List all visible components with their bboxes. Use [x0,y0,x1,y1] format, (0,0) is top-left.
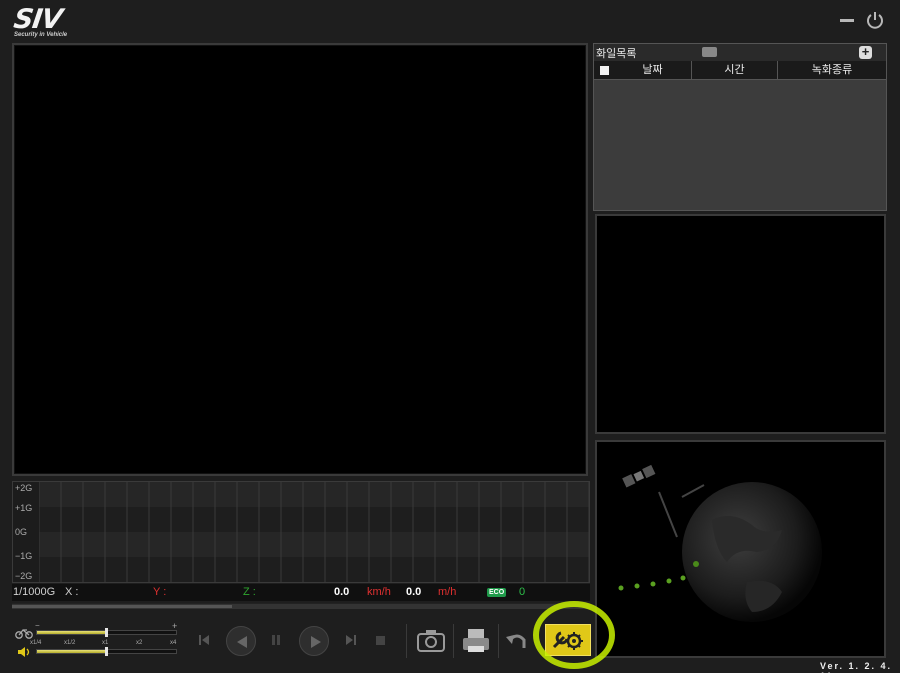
seek-progress [12,605,232,608]
distance-value: 0.0 [406,586,422,598]
column-record-type[interactable]: 녹화종류 [778,61,886,79]
eco-value: 0 [519,586,526,598]
select-all-checkbox[interactable] [594,61,614,79]
file-list-panel: 화일목록 + 날짜 시간 녹화종류 [593,43,887,211]
pause-button[interactable] [270,633,282,647]
stop-button[interactable] [376,636,385,645]
power-icon[interactable] [866,11,884,29]
logo-text: SIV [11,4,64,35]
g-grid-band [39,532,589,557]
speed-slider-thumb[interactable] [104,628,108,637]
speed-tick-1x: x1 [102,640,109,646]
seek-bar[interactable] [12,603,590,609]
add-file-button[interactable]: + [859,45,872,59]
speed-min-label: − [35,621,40,630]
speed-slider[interactable] [36,628,177,637]
volume-slider-thumb[interactable] [104,647,108,656]
version-label: Ver. 1. 2. 4. 11 [820,661,893,673]
play-button[interactable] [299,626,329,656]
g-sensor-graph: +2G +1G 0G −1G −2G [12,481,590,583]
speed-tick-4x: x4 [170,640,177,646]
siv-logo: SIV Security in Vehicle [11,4,94,40]
toolbar-divider [453,624,454,658]
bicycle-speed-icon[interactable] [15,627,33,639]
g-grid-band [39,507,589,532]
speed-tick-2x: x2 [136,640,143,646]
volume-icon[interactable] [17,646,33,658]
g-grid-band [39,482,589,507]
rewind-icon [237,636,247,648]
wrench-gear-icon [552,631,583,650]
g-label-minus1: −1G [15,551,33,561]
rewind-button[interactable] [226,626,256,656]
speed-slider-fill [37,631,107,634]
satellite-icon [622,464,656,488]
x-axis-label: X : [65,586,79,598]
g-label-zero: 0G [15,527,28,537]
globe-illustration [618,464,822,622]
folder-icon[interactable] [702,47,717,57]
sensor-status-bar: 1/1000G X : Y : Z : 0.0 km/h 0.0 m/h ECO… [12,584,590,601]
distance-unit: m/h [438,586,457,598]
column-date[interactable]: 날짜 [614,61,692,79]
volume-slider[interactable] [36,647,177,656]
eco-badge: ECO [487,588,507,597]
play-icon [311,636,321,648]
settings-button[interactable] [545,624,591,656]
secondary-video-view[interactable] [595,214,886,434]
g-grid-band [39,557,589,582]
undo-icon[interactable] [505,629,529,653]
toolbar-divider [406,624,407,658]
speed-value: 0.0 [334,586,350,598]
volume-slider-fill [37,650,107,653]
minimize-button[interactable] [840,19,854,22]
g-label-minus2: −2G [15,571,33,581]
print-button[interactable] [460,626,492,656]
toolbar-divider [498,624,499,658]
file-list-title: 화일목록 [596,48,637,60]
y-axis-label: Y : [153,586,167,598]
next-file-button[interactable] [345,633,357,647]
map-panel[interactable] [595,440,886,658]
file-list-titlebar: 화일목록 + [594,44,886,61]
main-video-view[interactable] [12,43,588,476]
z-axis-label: Z : [243,586,256,598]
column-time[interactable]: 시간 [692,61,778,79]
g-scale-label: 1/1000G [13,586,56,598]
g-sensor-grid [39,482,589,582]
camera-capture-button[interactable] [415,627,447,655]
previous-file-button[interactable] [198,633,210,647]
g-label-plus2: +2G [15,483,33,493]
speed-unit: km/h [367,586,391,598]
file-list-header: 날짜 시간 녹화종류 [594,61,886,80]
g-label-plus1: +1G [15,503,33,513]
speed-tick-half: x1/2 [64,640,76,646]
